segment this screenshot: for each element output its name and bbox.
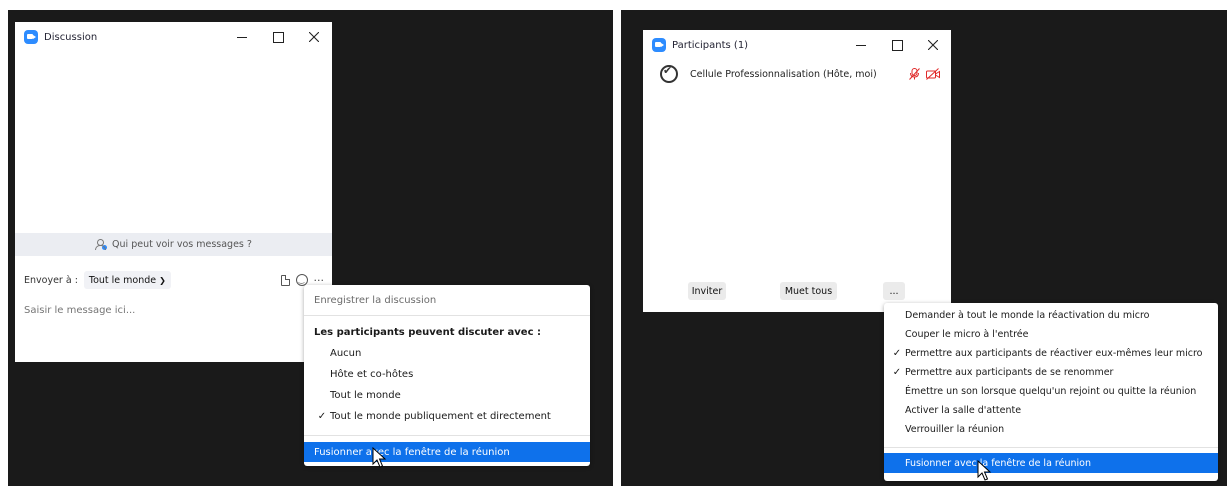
chat-privacy-notice[interactable]: Qui peut voir vos messages ? bbox=[15, 233, 332, 256]
menu-divider bbox=[884, 447, 1218, 448]
participants-titlebar: Participants (1) bbox=[643, 30, 951, 60]
check-icon: ✓ bbox=[892, 366, 902, 378]
message-input[interactable] bbox=[24, 300, 314, 320]
option-label: Tout le monde publiquement et directemen… bbox=[330, 411, 551, 422]
video-off-icon bbox=[926, 68, 940, 80]
chat-permission-option-everyone[interactable]: Tout le monde bbox=[304, 385, 590, 406]
menu-item-label: Verrouiller la réunion bbox=[905, 423, 1005, 435]
menu-item-label: Demander à tout le monde la réactivation… bbox=[905, 309, 1150, 321]
close-icon[interactable] bbox=[296, 22, 332, 52]
merge-window-label: Fusionner avec la fenêtre de la réunion bbox=[314, 446, 510, 458]
mute-on-entry-menu-item[interactable]: Couper le micro à l'entrée bbox=[884, 324, 1218, 344]
recipient-value: Tout le monde bbox=[88, 274, 157, 286]
chat-permission-heading-text: Les participants peuvent discuter avec : bbox=[314, 326, 541, 338]
option-label: Tout le monde bbox=[330, 390, 401, 401]
check-icon: ✓ bbox=[317, 411, 327, 422]
menu-item-label: Activer la salle d'attente bbox=[905, 404, 1022, 416]
chevron-down-icon: ❯ bbox=[159, 275, 166, 285]
waiting-room-menu-item[interactable]: Activer la salle d'attente bbox=[884, 400, 1218, 420]
person-icon bbox=[95, 239, 108, 250]
send-to-label: Envoyer à : bbox=[24, 274, 78, 286]
participants-window-title: Participants (1) bbox=[672, 39, 749, 51]
menu-divider bbox=[304, 435, 590, 436]
menu-item-label: Permettre aux participants de se renomme… bbox=[905, 366, 1114, 378]
mouse-cursor-icon bbox=[372, 447, 387, 468]
participant-status-icons bbox=[909, 68, 940, 80]
chat-options-menu: Enregistrer la discussion Les participan… bbox=[304, 285, 590, 466]
more-options-button[interactable]: ... bbox=[883, 282, 905, 300]
ask-unmute-menu-item[interactable]: Demander à tout le monde la réactivation… bbox=[884, 305, 1218, 325]
chat-titlebar: Discussion bbox=[15, 22, 332, 52]
save-chat-label: Enregistrer la discussion bbox=[314, 294, 437, 306]
chime-menu-item[interactable]: Émettre un son lorsque quelqu'un rejoint… bbox=[884, 381, 1218, 401]
allow-self-unmute-menu-item[interactable]: ✓ Permettre aux participants de réactive… bbox=[884, 343, 1218, 363]
menu-item-label: Émettre un son lorsque quelqu'un rejoint… bbox=[905, 385, 1197, 397]
menu-item-label: Couper le micro à l'entrée bbox=[905, 328, 1029, 340]
recipient-dropdown[interactable]: Tout le monde ❯ bbox=[83, 271, 171, 289]
merge-window-menu-item[interactable]: Fusionner avec la fenêtre de la réunion bbox=[884, 453, 1218, 473]
participants-actions-bar: Inviter Muet tous ... bbox=[643, 282, 951, 302]
avatar bbox=[660, 64, 678, 83]
chat-permission-option-everyone-direct[interactable]: ✓ Tout le monde publiquement et directem… bbox=[304, 406, 590, 427]
chat-window-title: Discussion bbox=[44, 31, 98, 43]
left-screen-panel: Discussion Qui peut voir vos messages ? … bbox=[8, 10, 613, 486]
minimize-icon[interactable] bbox=[843, 30, 879, 60]
zoom-app-icon bbox=[652, 38, 666, 52]
close-icon[interactable] bbox=[915, 30, 951, 60]
maximize-icon[interactable] bbox=[260, 22, 296, 52]
merge-window-menu-item[interactable]: Fusionner avec la fenêtre de la réunion bbox=[304, 442, 590, 462]
mute-all-button[interactable]: Muet tous bbox=[780, 282, 837, 300]
participants-options-menu: Demander à tout le monde la réactivation… bbox=[884, 303, 1218, 481]
send-to-row: Envoyer à : Tout le monde ❯ ‿ ··· bbox=[15, 270, 332, 290]
participants-window: Participants (1) Cellule Professionnalis… bbox=[643, 30, 951, 312]
minimize-icon[interactable] bbox=[224, 22, 260, 52]
participant-name: Cellule Professionnalisation (Hôte, moi) bbox=[690, 68, 877, 80]
allow-rename-menu-item[interactable]: ✓ Permettre aux participants de se renom… bbox=[884, 362, 1218, 382]
chat-privacy-text: Qui peut voir vos messages ? bbox=[112, 239, 252, 250]
chat-permission-option-hosts[interactable]: Hôte et co-hôtes bbox=[304, 364, 590, 385]
participant-list-item[interactable]: Cellule Professionnalisation (Hôte, moi) bbox=[643, 62, 951, 86]
file-icon[interactable] bbox=[280, 274, 290, 286]
chat-permission-option-none[interactable]: Aucun bbox=[304, 343, 590, 364]
maximize-icon[interactable] bbox=[879, 30, 915, 60]
lock-meeting-menu-item[interactable]: Verrouiller la réunion bbox=[884, 419, 1218, 439]
option-label: Aucun bbox=[330, 348, 362, 359]
invite-button[interactable]: Inviter bbox=[688, 282, 726, 300]
right-screen-panel: Participants (1) Cellule Professionnalis… bbox=[621, 10, 1227, 486]
chat-window: Discussion Qui peut voir vos messages ? … bbox=[15, 22, 332, 362]
merge-window-label: Fusionner avec la fenêtre de la réunion bbox=[905, 457, 1091, 469]
mouse-cursor-icon bbox=[977, 460, 992, 481]
option-label: Hôte et co-hôtes bbox=[330, 369, 414, 380]
menu-divider bbox=[304, 315, 590, 316]
check-icon: ✓ bbox=[892, 347, 902, 359]
menu-item-label: Permettre aux participants de réactiver … bbox=[905, 347, 1203, 359]
chat-permission-heading: Les participants peuvent discuter avec : bbox=[304, 321, 590, 343]
zoom-app-icon bbox=[24, 30, 38, 44]
save-chat-menu-item[interactable]: Enregistrer la discussion bbox=[304, 289, 590, 311]
mic-muted-icon bbox=[909, 68, 920, 80]
